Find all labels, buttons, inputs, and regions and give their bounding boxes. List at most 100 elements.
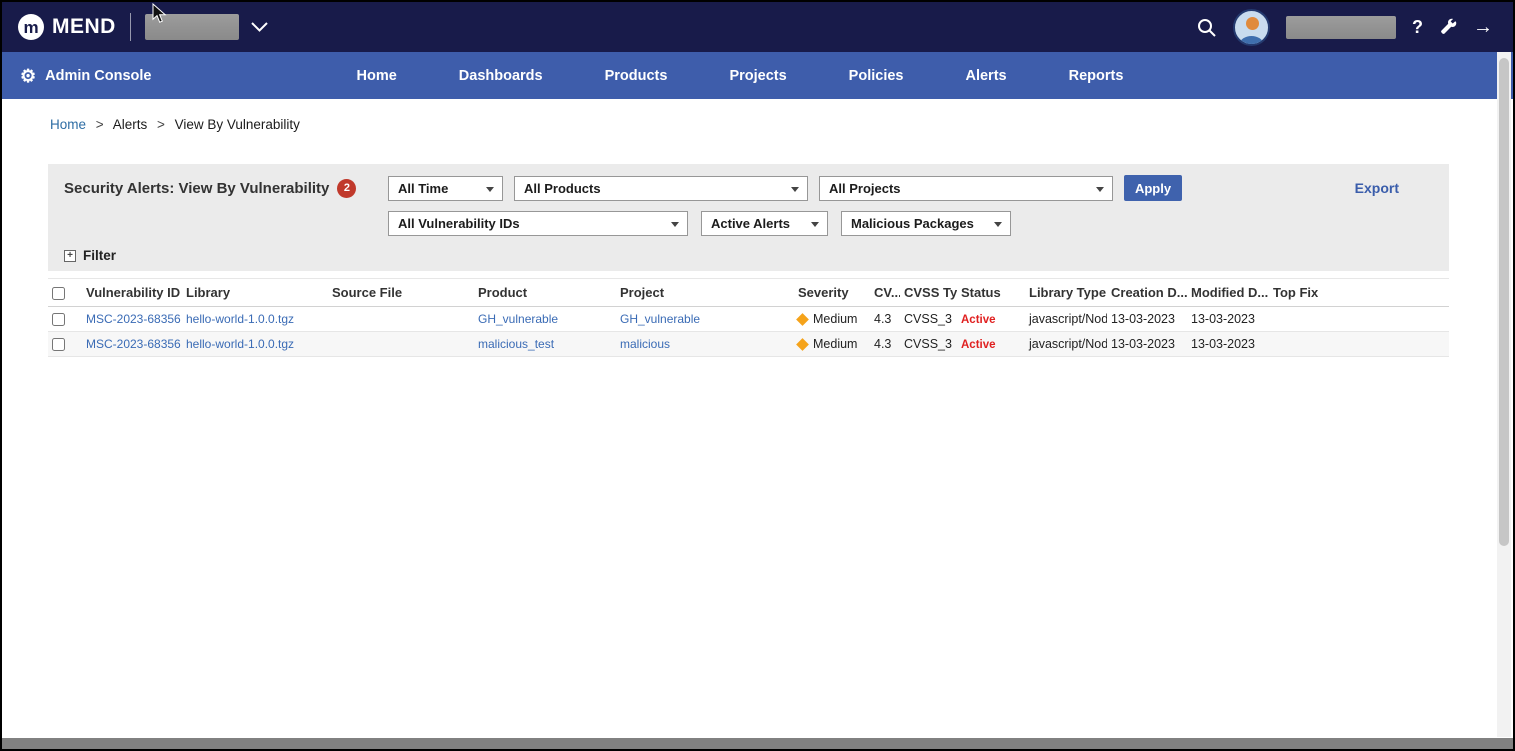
table-header-row: Vulnerability ID Library Source File Pro…: [48, 279, 1449, 307]
title-block: Security Alerts: View By Vulnerability 2: [64, 179, 388, 198]
status-badge: Active: [961, 314, 996, 326]
filter-row-1: Security Alerts: View By Vulnerability 2…: [64, 175, 1435, 201]
col-cvss-type[interactable]: CVSS Ty...: [900, 279, 957, 307]
gear-icon: ⚙: [20, 67, 36, 85]
export-link[interactable]: Export: [1355, 180, 1399, 196]
time-filter-select[interactable]: All Time: [388, 176, 503, 201]
caret-down-icon: [791, 187, 799, 192]
nav-dashboards[interactable]: Dashboards: [459, 68, 543, 84]
alert-status-value: Active Alerts: [711, 216, 790, 231]
top-fix-cell: [1269, 307, 1449, 332]
top-fix-cell: [1269, 332, 1449, 357]
library-link[interactable]: hello-world-1.0.0.tgz: [186, 337, 294, 351]
source-file-cell: [328, 332, 474, 357]
expand-plus-icon: +: [64, 250, 76, 262]
select-all-checkbox[interactable]: [52, 287, 65, 300]
mend-logo-icon: m: [18, 14, 44, 40]
col-creation-date[interactable]: Creation D...: [1107, 279, 1187, 307]
breadcrumb: Home > Alerts > View By Vulnerability: [2, 99, 1513, 132]
modified-date-cell: 13-03-2023: [1187, 307, 1269, 332]
project-link[interactable]: malicious: [620, 337, 670, 351]
severity-label: Medium: [813, 312, 857, 326]
filter-expander-label: Filter: [83, 248, 116, 263]
nav-policies[interactable]: Policies: [849, 68, 904, 84]
table-row: MSC-2023-68356 hello-world-1.0.0.tgz mal…: [48, 332, 1449, 357]
time-filter-value: All Time: [398, 181, 448, 196]
products-filter-select[interactable]: All Products: [514, 176, 808, 201]
filter-expander[interactable]: + Filter: [64, 248, 1435, 263]
col-library[interactable]: Library: [182, 279, 328, 307]
divider: [130, 13, 131, 41]
nav-alerts[interactable]: Alerts: [965, 68, 1006, 84]
app-window: m MEND ? →: [0, 0, 1515, 751]
col-severity[interactable]: Severity: [794, 279, 870, 307]
search-icon[interactable]: [1196, 17, 1217, 38]
project-link[interactable]: GH_vulnerable: [620, 312, 700, 326]
modified-date-cell: 13-03-2023: [1187, 332, 1269, 357]
logout-arrow-icon[interactable]: →: [1473, 16, 1493, 39]
severity-medium-icon: [796, 338, 809, 351]
row-checkbox[interactable]: [52, 313, 65, 326]
col-product[interactable]: Product: [474, 279, 616, 307]
cvss-score-cell: 4.3: [870, 307, 900, 332]
wrench-icon[interactable]: [1439, 18, 1457, 36]
projects-filter-value: All Projects: [829, 181, 901, 196]
scrollbar[interactable]: [1497, 52, 1511, 737]
cvss-type-cell: CVSS_3: [900, 332, 957, 357]
brand-name: MEND: [52, 15, 116, 39]
breadcrumb-separator: >: [157, 117, 165, 132]
help-icon[interactable]: ?: [1412, 17, 1423, 38]
severity-label: Medium: [813, 337, 857, 351]
caret-down-icon: [671, 222, 679, 227]
username-redacted: [1286, 16, 1396, 39]
caret-down-icon: [486, 187, 494, 192]
chevron-down-icon[interactable]: [251, 22, 268, 32]
nav-reports[interactable]: Reports: [1069, 68, 1124, 84]
vulnerability-ids-select[interactable]: All Vulnerability IDs: [388, 211, 688, 236]
col-project[interactable]: Project: [616, 279, 794, 307]
severity-medium-icon: [796, 313, 809, 326]
breadcrumb-alerts[interactable]: Alerts: [113, 117, 148, 132]
col-cvss-score[interactable]: CV...: [870, 279, 900, 307]
org-selector-redacted[interactable]: [145, 14, 239, 40]
nav-projects[interactable]: Projects: [729, 68, 786, 84]
caret-down-icon: [994, 222, 1002, 227]
avatar-head: [1246, 17, 1259, 30]
vulnerability-id-link[interactable]: MSC-2023-68356: [86, 337, 181, 351]
cvss-type-cell: CVSS_3: [900, 307, 957, 332]
alerts-panel: Security Alerts: View By Vulnerability 2…: [48, 164, 1449, 357]
col-source-file[interactable]: Source File: [328, 279, 474, 307]
scrollbar-thumb[interactable]: [1499, 58, 1509, 546]
admin-console[interactable]: ⚙ Admin Console: [20, 67, 151, 85]
product-link[interactable]: malicious_test: [478, 337, 554, 351]
status-badge: Active: [961, 339, 996, 351]
filter-row-2: All Vulnerability IDs Active Alerts Mali…: [388, 211, 1435, 236]
library-link[interactable]: hello-world-1.0.0.tgz: [186, 312, 294, 326]
row-checkbox[interactable]: [52, 338, 65, 351]
topbar-right: ? →: [1196, 9, 1493, 46]
alert-type-select[interactable]: Malicious Packages: [841, 211, 1011, 236]
col-status[interactable]: Status: [957, 279, 1025, 307]
col-vulnerability-id[interactable]: Vulnerability ID: [82, 279, 182, 307]
nav-home[interactable]: Home: [356, 68, 396, 84]
page-title: Security Alerts: View By Vulnerability: [64, 180, 329, 197]
table-row: MSC-2023-68356 hello-world-1.0.0.tgz GH_…: [48, 307, 1449, 332]
projects-filter-select[interactable]: All Projects: [819, 176, 1113, 201]
alert-count-badge: 2: [337, 179, 356, 198]
admin-console-label: Admin Console: [45, 68, 151, 84]
apply-button[interactable]: Apply: [1124, 175, 1182, 201]
breadcrumb-home[interactable]: Home: [50, 117, 86, 132]
alert-status-select[interactable]: Active Alerts: [701, 211, 828, 236]
col-library-type[interactable]: Library Type: [1025, 279, 1107, 307]
col-top-fix[interactable]: Top Fix: [1269, 279, 1449, 307]
product-link[interactable]: GH_vulnerable: [478, 312, 558, 326]
breadcrumb-separator: >: [96, 117, 104, 132]
nav-products[interactable]: Products: [605, 68, 668, 84]
col-modified-date[interactable]: Modified D...: [1187, 279, 1269, 307]
source-file-cell: [328, 307, 474, 332]
avatar[interactable]: [1233, 9, 1270, 46]
mend-logo[interactable]: m MEND: [18, 14, 116, 40]
topbar: m MEND ? →: [2, 2, 1513, 52]
creation-date-cell: 13-03-2023: [1107, 307, 1187, 332]
vulnerability-id-link[interactable]: MSC-2023-68356: [86, 312, 181, 326]
